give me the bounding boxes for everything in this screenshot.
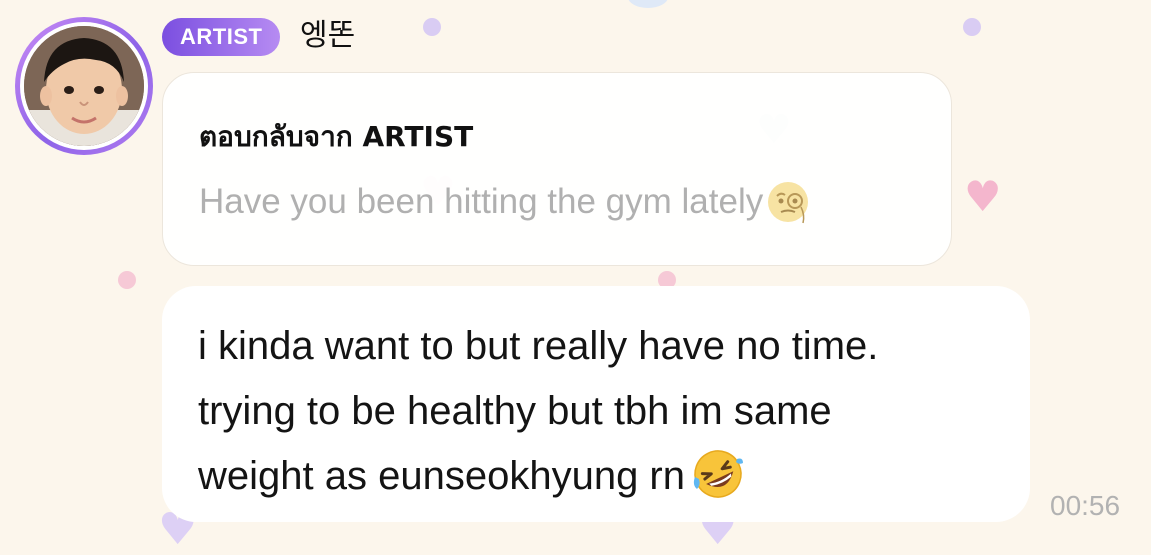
- rolling-on-the-floor-laughing-icon: [693, 450, 743, 498]
- face-with-monocle-icon: [768, 182, 809, 224]
- decor-dot: [423, 18, 441, 36]
- decor-dot: [963, 18, 981, 36]
- avatar[interactable]: [15, 17, 153, 155]
- message-bubble[interactable]: i kinda want to but really have no time.…: [162, 286, 1030, 522]
- message-line: i kinda want to but really have no time.: [198, 324, 879, 368]
- artist-badge: ARTIST: [162, 18, 281, 56]
- avatar-photo: [24, 26, 144, 146]
- message-timestamp: 00:56: [1050, 490, 1121, 521]
- avatar-border: [20, 22, 148, 150]
- avatar-illustration: [24, 26, 144, 146]
- message-line: trying to be healthy but tbh im same: [198, 389, 832, 433]
- reply-quote-text: Have you been hitting the gym lately: [199, 182, 764, 221]
- reply-quote: Have you been hitting the gym lately: [199, 179, 811, 225]
- decor-dot: [628, 0, 668, 8]
- message-line-last: weight as eunseokhyung rn: [198, 444, 994, 509]
- decor-heart-icon: ♥: [964, 172, 1002, 221]
- decor-dot: [118, 271, 136, 289]
- reply-preview-bubble[interactable]: ตอบกลับจาก ARTIST Have you been hitting …: [162, 72, 952, 266]
- reply-label: ตอบกลับจาก ARTIST: [199, 120, 474, 153]
- sender-name: 엥똔: [300, 18, 356, 53]
- message-line-text: weight as eunseokhyung rn: [198, 454, 685, 498]
- artist-badge-label: ARTIST: [180, 24, 263, 49]
